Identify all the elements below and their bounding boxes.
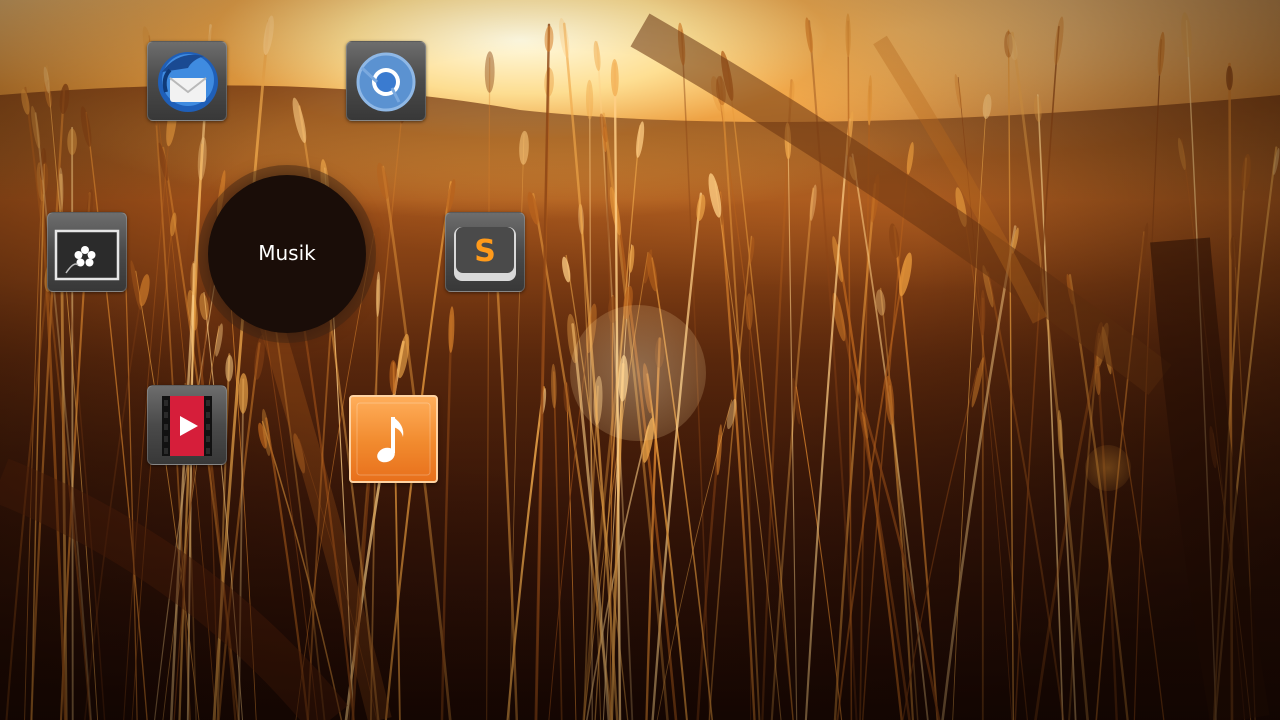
sublime-text-icon[interactable]: S <box>445 212 525 292</box>
photo-viewer-icon[interactable] <box>47 212 127 292</box>
thunderbird-mail-icon[interactable] <box>147 41 227 121</box>
music-player-icon[interactable] <box>349 395 438 483</box>
chromium-browser-icon[interactable] <box>346 41 426 121</box>
folder-tooltip: Musik <box>208 175 366 333</box>
folder-tooltip-label: Musik <box>258 241 316 265</box>
svg-text:S: S <box>474 234 496 269</box>
video-player-icon[interactable] <box>147 385 227 465</box>
desktop: S Musik <box>0 0 1280 720</box>
